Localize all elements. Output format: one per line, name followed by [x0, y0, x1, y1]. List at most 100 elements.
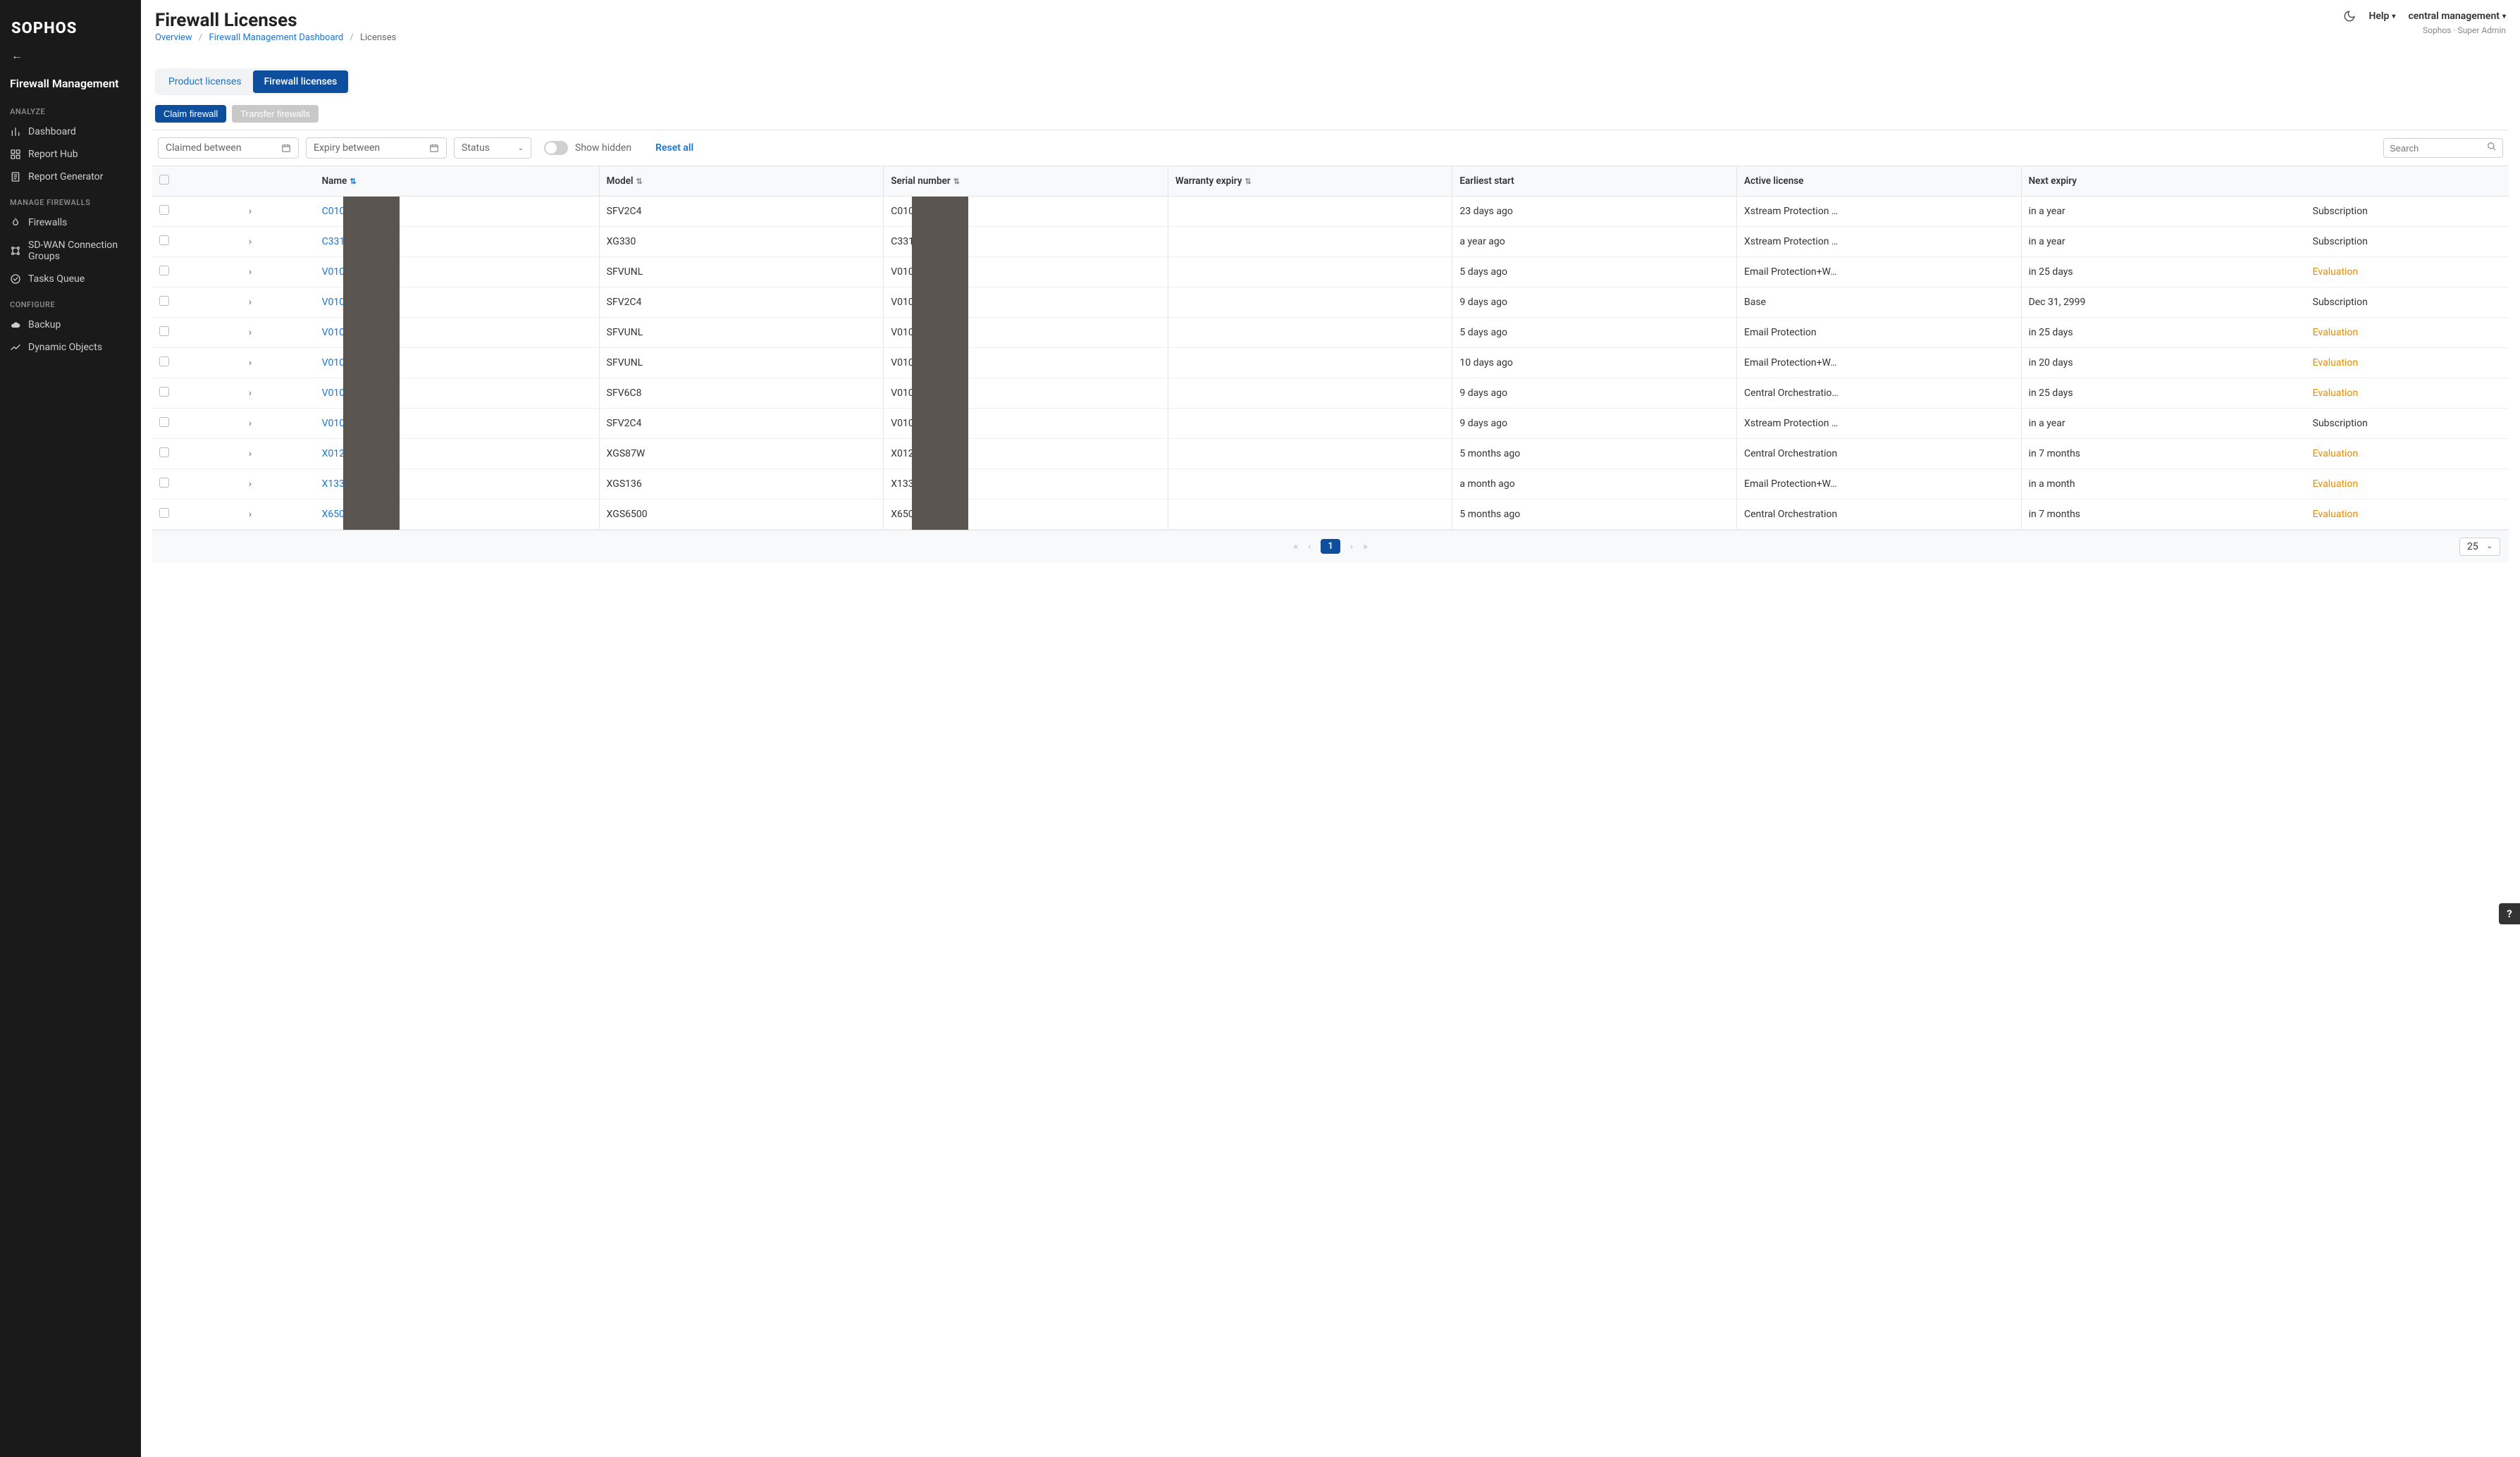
- row-checkbox[interactable]: [159, 417, 169, 427]
- col-model[interactable]: Model⇅: [599, 166, 884, 197]
- cell-earliest: a month ago: [1452, 469, 1737, 500]
- cell-earliest: 10 days ago: [1452, 348, 1737, 378]
- expand-row-icon[interactable]: ›: [249, 266, 252, 278]
- page-first[interactable]: «: [1294, 541, 1299, 552]
- claimed-between-filter[interactable]: Claimed between: [158, 137, 299, 159]
- cell-warranty: [1168, 197, 1452, 227]
- table-row: › V01001 SFVUNL V01001 5 days ago Email …: [152, 257, 2509, 287]
- expand-row-icon[interactable]: ›: [249, 448, 252, 459]
- expand-row-icon[interactable]: ›: [249, 388, 252, 399]
- sidebar-item-report-generator[interactable]: Report Generator: [0, 166, 141, 188]
- expand-row-icon[interactable]: ›: [249, 509, 252, 520]
- select-all-checkbox[interactable]: [159, 175, 169, 185]
- col-serial[interactable]: Serial number⇅: [884, 166, 1168, 197]
- expand-row-icon[interactable]: ›: [249, 327, 252, 338]
- cell-type: Evaluation: [2306, 469, 2509, 500]
- cloud-icon: [10, 319, 21, 330]
- sort-icon: ⇅: [1244, 177, 1251, 186]
- expand-row-icon[interactable]: ›: [249, 236, 252, 247]
- sidebar-item-dashboard[interactable]: Dashboard: [0, 120, 141, 143]
- sidebar-item-backup[interactable]: Backup: [0, 314, 141, 336]
- row-checkbox[interactable]: [159, 266, 169, 275]
- cell-warranty: [1168, 500, 1452, 530]
- sort-icon: ⇅: [350, 177, 356, 186]
- expand-row-icon[interactable]: ›: [249, 357, 252, 368]
- brand-logo: SOPHOS: [0, 11, 141, 43]
- account-menu[interactable]: central management▾: [2408, 11, 2506, 22]
- sidebar-item-sdwan-groups[interactable]: SD-WAN Connection Groups: [0, 234, 141, 268]
- theme-toggle-icon[interactable]: [2343, 10, 2356, 23]
- show-hidden-toggle[interactable]: [544, 141, 568, 155]
- search-input[interactable]: [2390, 143, 2487, 154]
- reset-all-link[interactable]: Reset all: [655, 142, 693, 154]
- cell-model: SFV6C8: [599, 378, 884, 409]
- doc-icon: [10, 171, 21, 182]
- cell-type: Subscription: [2306, 227, 2509, 257]
- sidebar-item-tasks-queue[interactable]: Tasks Queue: [0, 268, 141, 290]
- sidebar: SOPHOS ← Firewall Management ANALYZEDash…: [0, 0, 141, 1457]
- page-size-select[interactable]: 25⌄: [2459, 538, 2500, 556]
- cell-earliest: 5 days ago: [1452, 318, 1737, 348]
- cell-type: Evaluation: [2306, 378, 2509, 409]
- breadcrumb: Overview / Firewall Management Dashboard…: [155, 32, 396, 43]
- cell-model: XG330: [599, 227, 884, 257]
- sidebar-item-label: Backup: [28, 319, 61, 330]
- cell-active: Xstream Protection …: [1736, 409, 2021, 439]
- tab-product-licenses[interactable]: Product licenses: [157, 70, 253, 93]
- row-checkbox[interactable]: [159, 296, 169, 306]
- cell-active: Base: [1736, 287, 2021, 318]
- row-checkbox[interactable]: [159, 478, 169, 488]
- breadcrumb-current: Licenses: [360, 32, 396, 43]
- row-checkbox[interactable]: [159, 326, 169, 336]
- row-checkbox[interactable]: [159, 205, 169, 215]
- search-box[interactable]: [2383, 138, 2503, 158]
- show-hidden-label: Show hidden: [575, 142, 631, 154]
- col-earliest[interactable]: Earliest start: [1452, 166, 1737, 197]
- sidebar-item-report-hub[interactable]: Report Hub: [0, 143, 141, 166]
- row-checkbox[interactable]: [159, 235, 169, 245]
- expand-row-icon[interactable]: ›: [249, 206, 252, 217]
- cell-type: Evaluation: [2306, 500, 2509, 530]
- expand-row-icon[interactable]: ›: [249, 418, 252, 429]
- page-current[interactable]: 1: [1321, 539, 1340, 554]
- row-checkbox[interactable]: [159, 447, 169, 457]
- cell-active: Email Protection+W…: [1736, 469, 2021, 500]
- license-tabs: Product licenses Firewall licenses: [155, 68, 350, 95]
- back-button[interactable]: ←: [0, 43, 141, 68]
- cell-warranty: [1168, 257, 1452, 287]
- expand-row-icon[interactable]: ›: [249, 478, 252, 490]
- cell-next: in a year: [2021, 197, 2306, 227]
- cell-model: SFVUNL: [599, 257, 884, 287]
- help-menu[interactable]: Help▾: [2368, 11, 2395, 22]
- row-checkbox[interactable]: [159, 356, 169, 366]
- status-filter[interactable]: Status ⌄: [454, 137, 531, 159]
- fire-icon: [10, 217, 21, 228]
- cell-next: in 25 days: [2021, 378, 2306, 409]
- claim-firewall-button[interactable]: Claim firewall: [155, 105, 226, 123]
- chevron-down-icon: ⌄: [518, 144, 524, 152]
- page-prev[interactable]: ‹: [1308, 541, 1311, 552]
- tab-firewall-licenses[interactable]: Firewall licenses: [253, 70, 349, 93]
- col-warranty[interactable]: Warranty expiry⇅: [1168, 166, 1452, 197]
- col-name[interactable]: Name⇅: [315, 166, 600, 197]
- sidebar-item-firewalls[interactable]: Firewalls: [0, 211, 141, 234]
- breadcrumb-overview[interactable]: Overview: [155, 32, 192, 43]
- sort-icon: ⇅: [636, 177, 643, 186]
- page-next[interactable]: ›: [1350, 541, 1353, 552]
- cell-next: in a year: [2021, 409, 2306, 439]
- page-last[interactable]: »: [1363, 541, 1368, 552]
- col-active[interactable]: Active license: [1736, 166, 2021, 197]
- table-row: › V01001 SFV6C8 V01001 9 days ago Centra…: [152, 378, 2509, 409]
- sidebar-title: Firewall Management: [0, 68, 141, 97]
- col-next[interactable]: Next expiry: [2021, 166, 2306, 197]
- row-checkbox[interactable]: [159, 508, 169, 518]
- expand-row-icon[interactable]: ›: [249, 297, 252, 308]
- expiry-between-filter[interactable]: Expiry between: [306, 137, 447, 159]
- cell-model: XGS87W: [599, 439, 884, 469]
- grid-icon: [10, 149, 21, 160]
- breadcrumb-dashboard[interactable]: Firewall Management Dashboard: [209, 32, 344, 43]
- cell-earliest: a year ago: [1452, 227, 1737, 257]
- help-fab[interactable]: ?: [2499, 903, 2520, 924]
- row-checkbox[interactable]: [159, 387, 169, 397]
- sidebar-item-dynamic-objects[interactable]: Dynamic Objects: [0, 336, 141, 359]
